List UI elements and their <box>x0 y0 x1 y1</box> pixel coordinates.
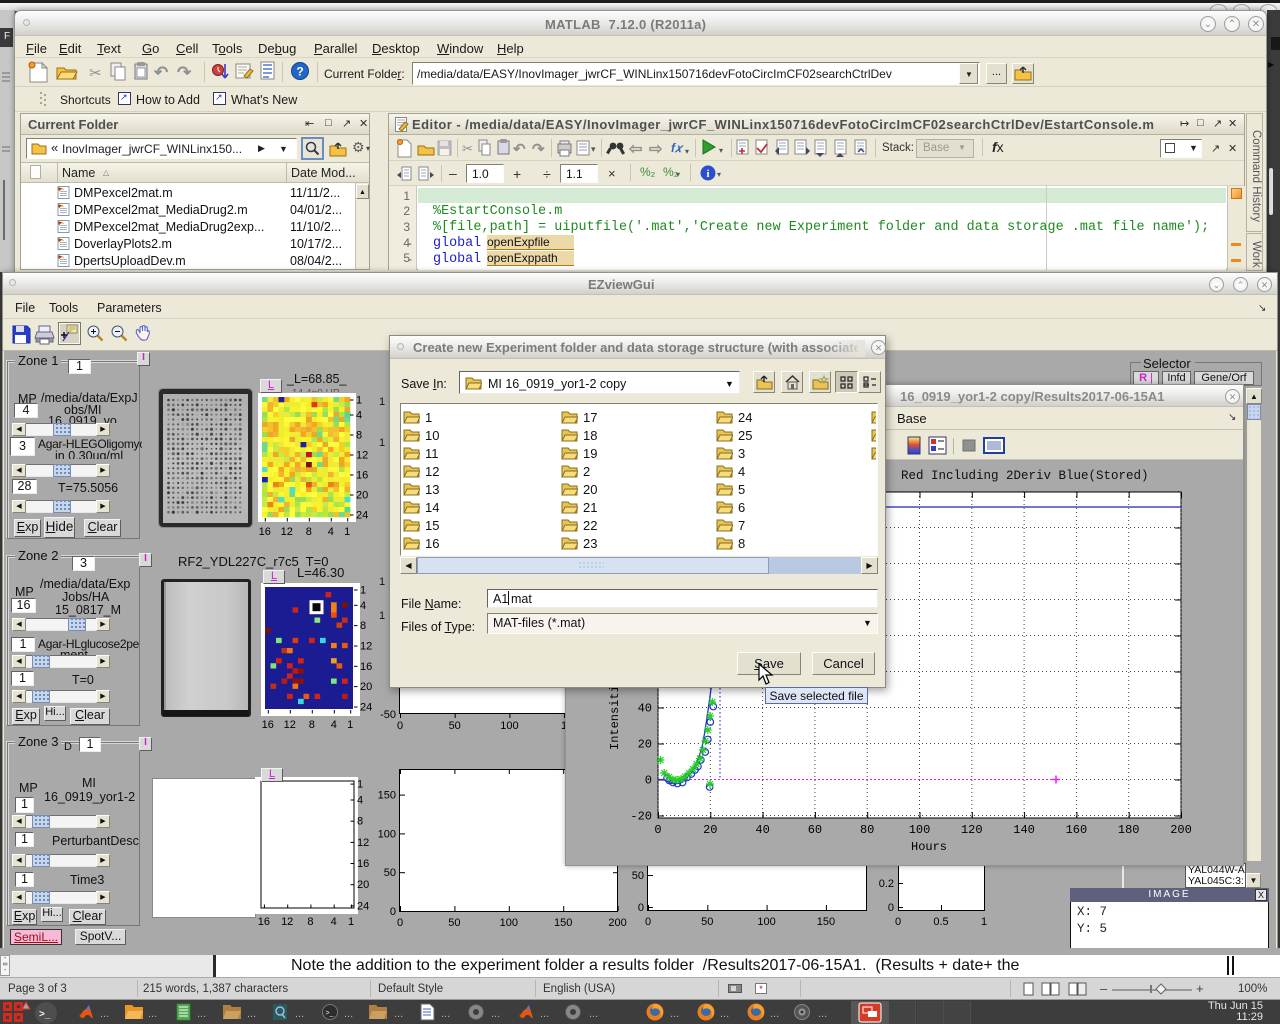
svg-text:100: 100 <box>757 916 775 928</box>
svg-text:>_: >_ <box>326 1010 334 1017</box>
svg-text:▾: ▾ <box>591 144 596 154</box>
svg-text:100: 100 <box>909 823 931 837</box>
svg-text:8: 8 <box>356 430 362 442</box>
svg-text:0: 0 <box>888 902 894 914</box>
svg-text:4: 4 <box>328 526 334 538</box>
svg-text:1: 1 <box>348 916 354 928</box>
svg-text:20: 20 <box>357 879 369 891</box>
svg-text:?: ? <box>296 65 303 79</box>
svg-text:16: 16 <box>259 526 271 538</box>
svg-text:100: 100 <box>378 828 396 840</box>
svg-text:↷: ↷ <box>177 63 192 82</box>
svg-text:40: 40 <box>755 823 769 837</box>
svg-text:50: 50 <box>448 917 460 929</box>
svg-text:24: 24 <box>357 900 369 912</box>
svg-text:16: 16 <box>360 661 372 673</box>
svg-text:12: 12 <box>281 916 293 928</box>
svg-text:-20: -20 <box>630 810 652 824</box>
svg-text:12: 12 <box>357 837 369 849</box>
svg-text:200: 200 <box>1170 823 1192 837</box>
svg-text:▾: ▾ <box>685 147 689 156</box>
svg-text:50: 50 <box>449 720 461 732</box>
svg-text:20: 20 <box>638 738 652 752</box>
svg-text:8: 8 <box>309 719 315 731</box>
svg-text:12: 12 <box>281 526 293 538</box>
svg-text:1: 1 <box>344 526 350 538</box>
svg-text:0: 0 <box>397 917 403 929</box>
svg-text:20: 20 <box>703 823 717 837</box>
svg-text:140: 140 <box>1013 823 1035 837</box>
svg-text:✂: ✂ <box>89 65 102 82</box>
svg-text:1: 1 <box>981 916 987 928</box>
svg-text:↶: ↶ <box>153 63 168 82</box>
svg-text:⇨: ⇨ <box>649 141 663 158</box>
svg-text:0: 0 <box>645 916 651 928</box>
svg-text:100: 100 <box>500 917 518 929</box>
svg-text:>_: >_ <box>39 1009 51 1020</box>
svg-text:12: 12 <box>356 450 368 462</box>
svg-text:150: 150 <box>817 916 835 928</box>
svg-text:i: i <box>706 168 709 180</box>
svg-text:1: 1 <box>356 395 362 407</box>
svg-text:0: 0 <box>397 720 403 732</box>
svg-text:8: 8 <box>357 816 363 828</box>
svg-text:180: 180 <box>1118 823 1140 837</box>
svg-text:0: 0 <box>638 902 644 914</box>
svg-text:0: 0 <box>654 823 661 837</box>
svg-text:Hours: Hours <box>911 840 947 854</box>
svg-text:12: 12 <box>360 641 372 653</box>
svg-text:150: 150 <box>554 917 572 929</box>
svg-text:4: 4 <box>356 410 362 422</box>
svg-text:0: 0 <box>895 916 901 928</box>
svg-text:50: 50 <box>632 870 644 882</box>
svg-text:120: 120 <box>961 823 983 837</box>
svg-text:↷: ↷ <box>532 141 545 158</box>
svg-text:24: 24 <box>356 510 368 522</box>
svg-text:50: 50 <box>384 867 396 879</box>
svg-text:80: 80 <box>860 823 874 837</box>
svg-text:40: 40 <box>638 702 652 716</box>
svg-text:150: 150 <box>378 790 396 802</box>
svg-text:100: 100 <box>500 720 518 732</box>
svg-text:0.2: 0.2 <box>879 878 894 890</box>
svg-text:-50: -50 <box>380 709 396 721</box>
svg-text:12: 12 <box>284 719 296 731</box>
svg-text:f𝑥: f𝑥 <box>671 141 684 155</box>
svg-text:20: 20 <box>360 681 372 693</box>
svg-text:8: 8 <box>306 526 312 538</box>
svg-text:4: 4 <box>331 719 337 731</box>
svg-text:1: 1 <box>347 719 353 731</box>
svg-text:16: 16 <box>262 719 274 731</box>
svg-text:0: 0 <box>390 906 396 918</box>
svg-text:60: 60 <box>808 823 822 837</box>
svg-text:4: 4 <box>331 916 337 928</box>
svg-text:8: 8 <box>307 916 313 928</box>
svg-text:4: 4 <box>357 795 363 807</box>
svg-text:▾: ▾ <box>719 146 723 155</box>
svg-text:8: 8 <box>360 620 366 632</box>
svg-text:16: 16 <box>357 858 369 870</box>
svg-text:4: 4 <box>360 600 366 612</box>
svg-text:0.5: 0.5 <box>933 916 948 928</box>
svg-text:0: 0 <box>645 774 652 788</box>
svg-text:–: – <box>449 165 457 181</box>
svg-text:16: 16 <box>356 470 368 482</box>
svg-text:160: 160 <box>1066 823 1088 837</box>
svg-text:✂: ✂ <box>462 141 473 156</box>
svg-text:Intensiti: Intensiti <box>608 685 622 750</box>
svg-text:↶: ↶ <box>512 141 526 158</box>
svg-text:20: 20 <box>356 490 368 502</box>
svg-text:16: 16 <box>258 916 270 928</box>
svg-text:⇦: ⇦ <box>628 141 642 158</box>
svg-text:1: 1 <box>357 779 363 791</box>
svg-text:50: 50 <box>701 916 713 928</box>
svg-text:1: 1 <box>360 585 366 597</box>
